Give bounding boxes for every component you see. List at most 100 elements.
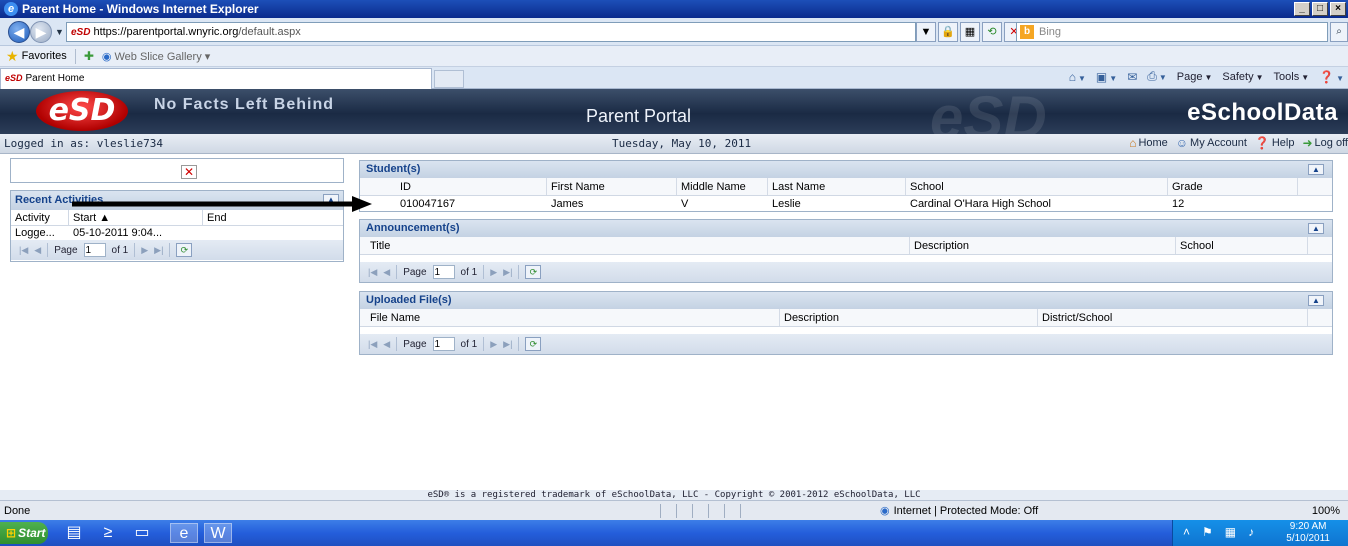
refresh-grid-icon[interactable]: ⟳ [525,265,542,279]
status-pane [660,504,676,518]
collapse-icon[interactable]: ▲ [1308,223,1324,234]
folder-icon[interactable]: ▭ [128,523,156,543]
divider [483,265,485,279]
column-description[interactable]: Description [780,309,1038,326]
collapse-icon[interactable]: ▲ [1308,295,1324,306]
security-zone[interactable]: ◉ Internet | Protected Mode: Off [880,501,1038,521]
refresh-grid-icon[interactable]: ⟳ [525,337,542,351]
tools-menu[interactable]: Tools ▼ [1274,71,1310,83]
security-lock-icon[interactable]: 🔒 [938,22,958,42]
favorites-star-icon[interactable]: ★ [6,48,19,65]
print-icon[interactable]: ⎙ ▼ [1147,69,1167,84]
column-last-name[interactable]: Last Name [768,178,906,195]
refresh-icon[interactable]: ⟲ [982,22,1002,42]
close-button[interactable]: × [1330,2,1346,16]
tab-parent-home[interactable]: eSD Parent Home [0,68,432,89]
divider [169,243,171,257]
page-number-input[interactable] [432,337,455,351]
taskbar: ⊞ Start ▤ ≥ ▭ e W ˄ ⚑ ▦ ♪ 9:20 AM 5/10/20… [0,520,1348,546]
column-middle-name[interactable]: Middle Name [677,178,768,195]
logged-in-label: Logged in as: vleslie734 [4,137,163,150]
my-account-link[interactable]: ☺ My Account [1176,136,1247,150]
tab-label: Parent Home [25,73,85,84]
collapse-icon[interactable]: ▲ [1308,164,1324,175]
zoom-control[interactable]: 100% [1312,501,1340,521]
prev-page-icon[interactable]: ◀ [383,267,390,278]
volume-icon[interactable]: ♪ [1248,525,1254,539]
table-row[interactable]: Logge... 05-10-2011 9:04... [11,226,343,240]
minimize-button[interactable]: _ [1294,2,1310,16]
column-description[interactable]: Description [910,237,1176,254]
first-page-icon[interactable]: |◀ [368,267,377,278]
refresh-grid-icon[interactable]: ⟳ [176,243,193,257]
last-page-icon[interactable]: ▶| [503,267,512,278]
page-label: Page [54,244,78,256]
user-links: ⌂ Home ☺ My Account ❓ Help ➜ Log off [1129,136,1348,150]
web-slice-gallery-link[interactable]: Web Slice Gallery ▾ [114,50,210,63]
powershell-icon[interactable]: ≥ [94,523,122,543]
table-row[interactable]: 010047167 James V Leslie Cardinal O'Hara… [360,196,1332,212]
last-page-icon[interactable]: ▶| [154,245,163,256]
prev-page-icon[interactable]: ◀ [34,245,41,256]
status-pane [676,504,692,518]
home-link[interactable]: ⌂ Home [1129,136,1168,150]
middle-name-cell: V [681,198,689,210]
help-menu-icon[interactable]: ❓ ▼ [1319,70,1344,84]
page-number-input[interactable] [432,265,455,279]
column-school[interactable]: School [906,178,1168,195]
search-icon[interactable]: ⌕ [1330,22,1348,42]
start-button[interactable]: ⊞ Start [0,522,48,544]
home-icon[interactable]: ⌂ ▼ [1069,70,1086,84]
computer-icon[interactable]: ▤ [60,523,88,543]
address-bar[interactable]: eSD https://parentportal.wnyric.org/defau… [66,22,916,42]
network-icon[interactable]: ▦ [1225,525,1236,539]
search-input[interactable]: b Bing [1016,22,1328,42]
page-menu[interactable]: Page ▼ [1177,71,1213,83]
grade-cell: 12 [1172,198,1185,210]
windows-flag-icon: ⊞ [6,526,17,540]
recent-pages-dropdown-icon[interactable]: ▼ [55,27,64,37]
ie-logo-icon: e [4,2,18,16]
maximize-button[interactable]: □ [1312,2,1328,16]
column-id[interactable]: ID [396,178,547,195]
feeds-icon[interactable]: ▣ ▼ [1096,70,1117,84]
tab-bar: eSD Parent Home ⌂ ▼ ▣ ▼ ✉ ⎙ ▼ Page ▼ Safety ▼ … [0,67,1348,89]
show-hidden-icon[interactable]: ˄ [1183,525,1190,539]
back-button[interactable]: ◀ [8,21,30,43]
new-tab-button[interactable] [434,70,464,88]
add-favorite-icon[interactable]: ✚ [84,49,94,63]
column-activity[interactable]: Activity [11,210,69,225]
mail-icon[interactable]: ✉ [1127,70,1137,84]
last-page-icon[interactable]: ▶| [503,339,512,350]
next-page-icon[interactable]: ▶ [141,245,148,256]
command-bar: ⌂ ▼ ▣ ▼ ✉ ⎙ ▼ Page ▼ Safety ▼ Tools ▼ ❓ ▼ [1069,69,1344,84]
first-page-icon[interactable]: |◀ [19,245,28,256]
log-off-link[interactable]: ➜ Log off [1302,136,1348,150]
url-path: /default.aspx [238,26,301,38]
column-title[interactable]: Title [360,237,910,254]
column-file-name[interactable]: File Name [360,309,780,326]
column-school[interactable]: School [1176,237,1308,254]
next-page-icon[interactable]: ▶ [490,339,497,350]
column-district-school[interactable]: District/School [1038,309,1308,326]
action-center-icon[interactable]: ⚑ [1202,525,1213,539]
broken-image-icon: ✕ [181,165,197,179]
column-first-name[interactable]: First Name [547,178,677,195]
uploaded-files-panel: Uploaded File(s) ▲ File Name Description… [359,291,1333,355]
status-pane [708,504,724,518]
page-number-input[interactable] [83,243,106,257]
forward-button[interactable]: ▶ [30,21,52,43]
column-grade[interactable]: Grade [1168,178,1298,195]
clock[interactable]: 9:20 AM 5/10/2011 [1286,521,1330,545]
favorites-button[interactable]: Favorites [22,50,67,62]
first-page-icon[interactable]: |◀ [368,339,377,350]
safety-menu[interactable]: Safety ▼ [1222,71,1263,83]
address-dropdown-icon[interactable]: ▼ [916,22,936,42]
status-pane [724,504,740,518]
compatibility-view-icon[interactable]: ▦ [960,22,980,42]
help-link[interactable]: ❓ Help [1255,136,1295,150]
next-page-icon[interactable]: ▶ [490,267,497,278]
internet-explorer-icon[interactable]: e [170,523,198,543]
word-icon[interactable]: W [204,523,232,543]
prev-page-icon[interactable]: ◀ [383,339,390,350]
